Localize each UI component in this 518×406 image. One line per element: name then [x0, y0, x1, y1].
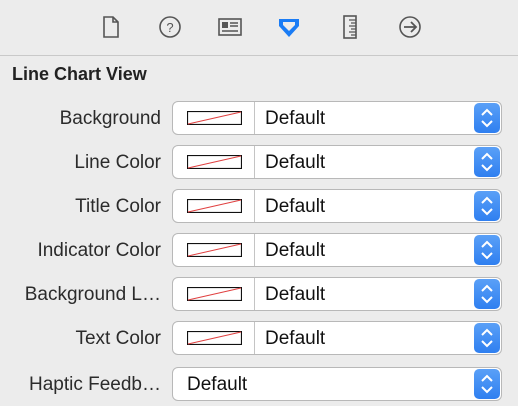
size-inspector-icon[interactable] — [335, 12, 365, 42]
color-swatch-well[interactable] — [173, 146, 255, 178]
popup-stepper-icon[interactable] — [474, 369, 500, 399]
haptic-feedback-row: Haptic Feedb… Default — [0, 367, 518, 401]
file-inspector-icon[interactable] — [95, 12, 125, 42]
empty-color-swatch-icon — [187, 287, 242, 301]
color-row: Line Color Default — [0, 145, 518, 179]
color-popup[interactable]: Default — [172, 101, 502, 135]
section-title: Line Chart View — [12, 64, 147, 84]
connections-inspector-icon[interactable] — [395, 12, 425, 42]
color-swatch-well[interactable] — [173, 278, 255, 310]
popup-stepper-icon[interactable] — [474, 279, 500, 309]
haptic-feedback-label: Haptic Feedb… — [28, 374, 161, 395]
color-popup[interactable]: Default — [172, 277, 502, 311]
svg-text:?: ? — [166, 20, 173, 35]
color-row-label: Line Color — [74, 152, 161, 173]
color-value: Default — [265, 152, 326, 173]
empty-color-swatch-icon — [187, 331, 242, 345]
color-value: Default — [265, 196, 326, 217]
haptic-feedback-value: Default — [187, 374, 248, 395]
empty-color-swatch-icon — [187, 111, 242, 125]
color-row: Background Default — [0, 101, 518, 135]
color-row-label: Text Color — [75, 328, 161, 349]
color-value: Default — [265, 240, 326, 261]
color-value: Default — [265, 108, 326, 129]
color-row-label: Background — [59, 108, 161, 129]
color-row: Background L… Default — [0, 277, 518, 311]
color-popup[interactable]: Default — [172, 145, 502, 179]
color-row: Title Color Default — [0, 189, 518, 223]
popup-stepper-icon[interactable] — [474, 235, 500, 265]
color-swatch-well[interactable] — [173, 234, 255, 266]
popup-stepper-icon[interactable] — [474, 103, 500, 133]
empty-color-swatch-icon — [187, 199, 242, 213]
color-row-label: Title Color — [75, 196, 161, 217]
haptic-feedback-popup[interactable]: Default — [172, 367, 502, 401]
color-swatch-well[interactable] — [173, 102, 255, 134]
color-popup[interactable]: Default — [172, 321, 502, 355]
color-row: Indicator Color Default — [0, 233, 518, 267]
popup-stepper-icon[interactable] — [474, 191, 500, 221]
color-row-label: Indicator Color — [37, 240, 161, 261]
color-row-label: Background L… — [24, 284, 161, 305]
color-swatch-well[interactable] — [173, 190, 255, 222]
empty-color-swatch-icon — [187, 155, 242, 169]
empty-color-swatch-icon — [187, 243, 242, 257]
inspector-toolbar: ? — [0, 0, 518, 56]
color-value: Default — [265, 328, 326, 349]
color-row: Text Color Default — [0, 321, 518, 355]
popup-stepper-icon[interactable] — [474, 323, 500, 353]
identity-inspector-icon[interactable] — [215, 12, 245, 42]
color-swatch-well[interactable] — [173, 322, 255, 354]
color-popup[interactable]: Default — [172, 233, 502, 267]
quick-help-icon[interactable]: ? — [155, 12, 185, 42]
color-popup[interactable]: Default — [172, 189, 502, 223]
attributes-inspector-icon[interactable] — [274, 12, 304, 42]
popup-stepper-icon[interactable] — [474, 147, 500, 177]
color-value: Default — [265, 284, 326, 305]
